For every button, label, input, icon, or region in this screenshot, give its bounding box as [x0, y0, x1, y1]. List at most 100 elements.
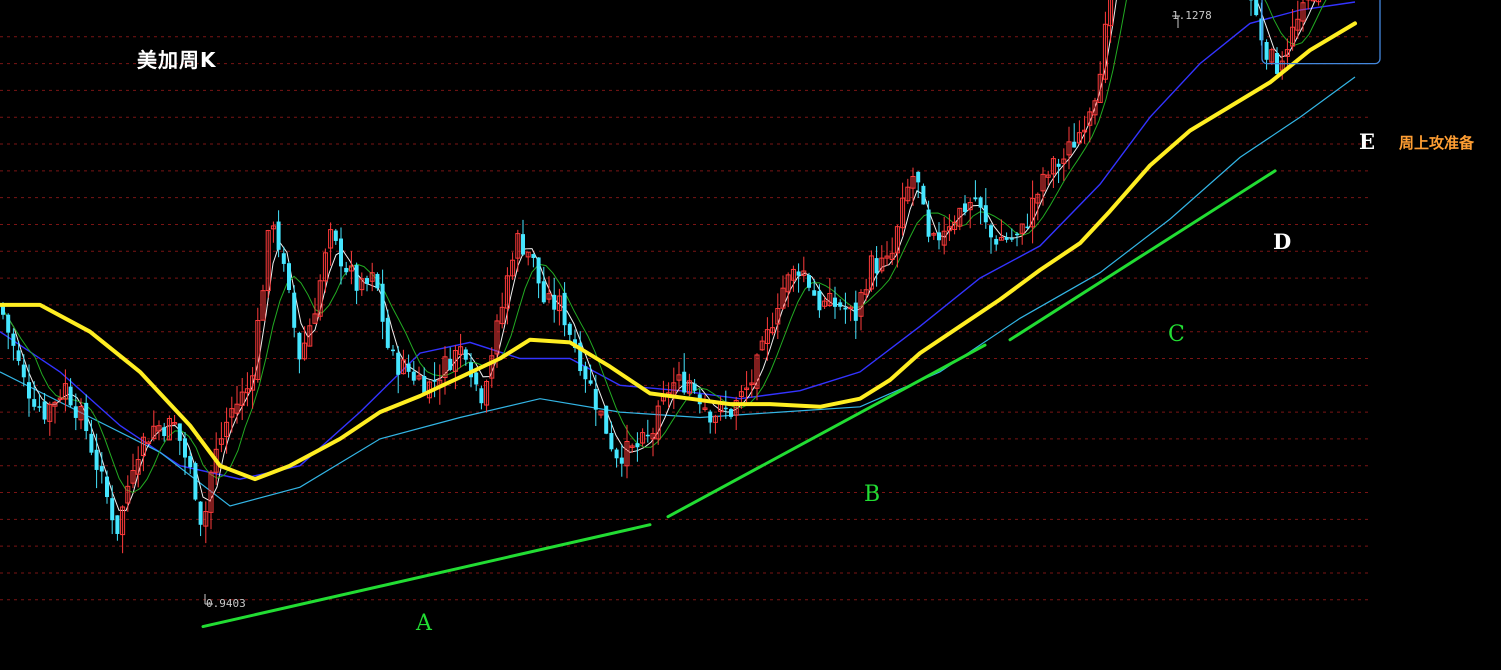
candle-body-down — [854, 303, 858, 321]
candle-body-down — [105, 477, 109, 497]
candle-body-down — [1254, 0, 1258, 15]
candle-body-down — [797, 271, 801, 275]
candle-body-down — [474, 372, 478, 384]
candle-body-down — [396, 353, 400, 375]
trendline-c — [1010, 171, 1275, 340]
candle-body-down — [448, 359, 452, 370]
candle-body-down — [407, 364, 411, 372]
candle-body-down — [979, 197, 983, 207]
candle-body-down — [1010, 238, 1014, 240]
moving-averages — [0, 0, 1355, 511]
candle-body-down — [381, 284, 385, 322]
price-low-label: 0.9403 — [206, 597, 246, 610]
candle-body-down — [1057, 164, 1061, 167]
candle-body-down — [833, 298, 837, 307]
chart-title: 美加周K — [137, 44, 217, 73]
candle-body-down — [464, 349, 468, 359]
candle-body-down — [199, 502, 203, 525]
wave-label-d: D — [1273, 229, 1291, 254]
candle-body-down — [297, 333, 301, 360]
ma-blue-line — [0, 2, 1355, 479]
candle-body-down — [724, 408, 728, 410]
candle-body-down — [277, 222, 281, 250]
candle-body-down — [568, 324, 572, 335]
candle-body-down — [89, 434, 93, 453]
candle-body-down — [375, 274, 379, 288]
candle-body-down — [812, 290, 816, 295]
candle-body-down — [95, 450, 99, 470]
candle-body-down — [646, 435, 650, 437]
candle-body-down — [682, 372, 686, 393]
candle-body-down — [287, 263, 291, 290]
candle-body-down — [921, 186, 925, 205]
candle-body-down — [542, 281, 546, 302]
ma-white-line — [0, 0, 1351, 511]
candle-body-down — [1072, 142, 1076, 148]
candle-body-down — [344, 268, 348, 272]
candle-body-down — [989, 225, 993, 237]
candle-body-down — [589, 380, 593, 383]
candle-body-down — [74, 406, 78, 418]
candle-body-down — [479, 388, 483, 403]
candle-body-down — [927, 210, 931, 237]
candle-body-down — [531, 254, 535, 258]
candle-body-down — [994, 239, 998, 245]
candles — [1, 0, 1352, 553]
candle-body-down — [1265, 42, 1269, 60]
candle-body-down — [17, 350, 21, 361]
candle-body-down — [620, 458, 624, 464]
candle-body-down — [188, 456, 192, 467]
candle-body-down — [604, 406, 608, 434]
candle-body-down — [282, 253, 286, 264]
candle-body-down — [1015, 234, 1019, 236]
candle-body-down — [193, 463, 197, 499]
candle-body-down — [973, 197, 977, 199]
candle-body-down — [963, 203, 967, 212]
candle-body-down — [27, 382, 31, 398]
candle-body-down — [412, 372, 416, 381]
candle-body-down — [32, 399, 36, 407]
candle-body-down — [635, 443, 639, 447]
candle-body-down — [162, 427, 166, 436]
candle-body-down — [339, 239, 343, 267]
candle-body-down — [537, 257, 541, 283]
candle-body-down — [391, 350, 395, 352]
candle-body-down — [22, 365, 26, 378]
chart-area — [0, 0, 1501, 665]
candle-body-down — [984, 205, 988, 222]
candle-body-down — [183, 438, 187, 457]
wave-label-e: E — [1359, 129, 1375, 154]
candle-body-down — [69, 387, 73, 406]
candle-body-down — [875, 258, 879, 273]
candle-body-down — [729, 409, 733, 417]
candle-body-down — [937, 232, 941, 240]
candle-body-down — [583, 366, 587, 379]
candle-body-down — [843, 308, 847, 310]
candle-body-down — [693, 384, 697, 391]
candle-body-down — [178, 423, 182, 440]
wave-label-a: A — [416, 611, 432, 636]
candle-body-down — [807, 275, 811, 288]
candle-body-down — [292, 293, 296, 328]
candle-body-down — [84, 403, 88, 431]
candle-body-down — [422, 376, 426, 393]
wave-label-c: C — [1168, 322, 1185, 347]
candle-body-down — [817, 291, 821, 310]
candle-body-down — [615, 450, 619, 459]
candle-body-down — [115, 515, 119, 534]
candle-body-down — [609, 433, 613, 449]
candle-body-down — [563, 293, 567, 325]
candle-body-down — [433, 380, 437, 382]
candle-body-down — [37, 406, 41, 408]
annotation-note: 周上攻准备 — [1399, 132, 1474, 153]
candle-body-down — [100, 466, 104, 471]
weekly-candlestick-chart — [0, 0, 1501, 665]
candle-body-down — [838, 302, 842, 306]
candle-body-down — [552, 295, 556, 310]
candle-body-down — [11, 334, 15, 346]
candle-body-down — [521, 234, 525, 254]
candle-body-down — [6, 315, 10, 333]
candle-body-down — [365, 278, 369, 284]
price-high-value: 1.1278 — [1172, 9, 1212, 22]
candle-body-down — [334, 231, 338, 241]
